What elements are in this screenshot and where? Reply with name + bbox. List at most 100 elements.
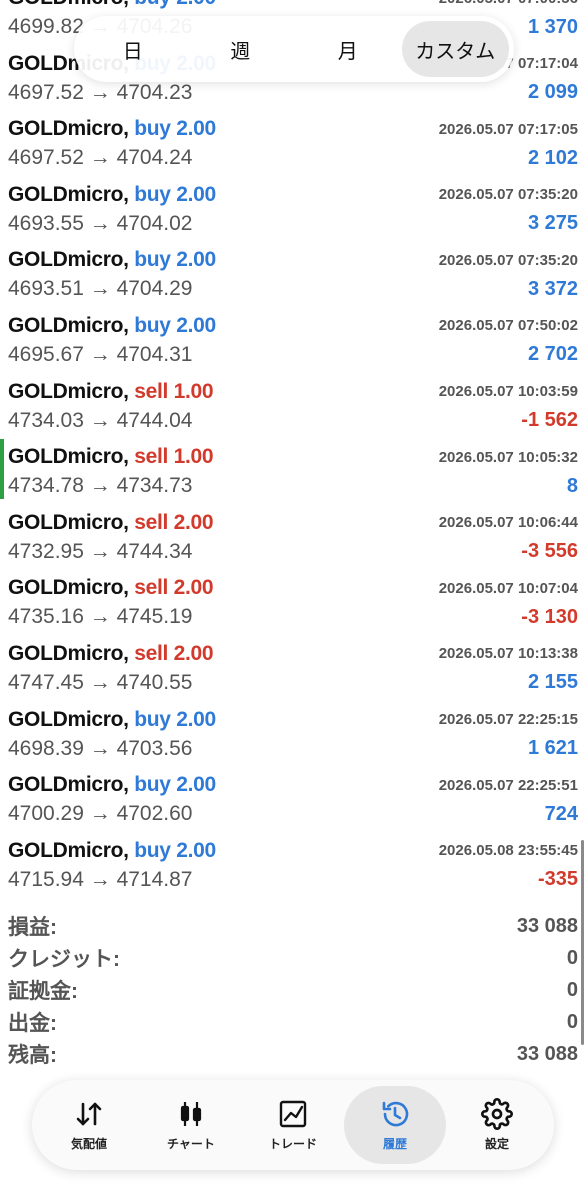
deal-details: 4732.95 → 4744.34 -3 556 <box>8 539 578 565</box>
nav-label: トレード <box>268 1137 317 1151</box>
period-tab-2[interactable]: 月 <box>294 21 402 77</box>
deal-side-volume: sell 1.00 <box>134 379 214 403</box>
deal-symbol: GOLDmicro, <box>8 576 129 600</box>
summary-label: 残高: <box>8 1044 57 1067</box>
deal-time: 2026.05.07 10:07:04 <box>438 579 578 597</box>
nav-label: チャート <box>167 1137 215 1151</box>
nav-item-3[interactable]: 履歴 <box>344 1086 446 1164</box>
trade-history-screen: GOLDmicro, buy 2.00 2026.05.07 07:00:56 46… <box>0 0 586 1200</box>
nav-label: 設定 <box>484 1137 509 1151</box>
deal-profit: 2 702 <box>527 343 578 366</box>
deal-row[interactable]: GOLDmicro, buy 2.00 2026.05.08 23:55:45 47… <box>0 831 586 897</box>
deal-profit: 1 370 <box>527 15 578 38</box>
deal-row[interactable]: GOLDmicro, buy 2.00 2026.05.07 22:25:15 46… <box>0 700 586 766</box>
deal-symbol: GOLDmicro, <box>8 182 129 206</box>
deal-row[interactable]: GOLDmicro, sell 1.00 2026.05.07 10:05:32 4… <box>0 437 586 503</box>
nav-item-0[interactable]: 気配値 <box>38 1086 140 1164</box>
summary-label: 損益: <box>8 916 57 939</box>
deal-title: GOLDmicro, buy 2.00 <box>8 183 216 207</box>
summary-row: 損益: 33 088 <box>0 910 586 942</box>
deal-prices: 4734.78 → 4734.73 <box>8 474 193 498</box>
scrollbar-thumb[interactable] <box>581 840 584 1045</box>
period-tab-0[interactable]: 日 <box>79 21 187 77</box>
deal-profit: 8 <box>566 474 578 497</box>
deal-time: 2026.05.07 10:03:59 <box>438 383 578 401</box>
deal-details: 4698.39 → 4703.56 1 621 <box>8 736 578 762</box>
deal-profit: 724 <box>544 802 578 825</box>
account-summary: 損益: 33 088 クレジット: 0 証拠金: 0 出金: 0 残高: 33 088 <box>0 910 586 1070</box>
deal-header: GOLDmicro, buy 2.00 2026.05.07 22:25:15 <box>8 706 578 734</box>
deal-side-volume: buy 2.00 <box>134 0 216 9</box>
deal-profit: 1 621 <box>527 737 578 760</box>
deal-profit: 2 102 <box>527 146 578 169</box>
deal-symbol: GOLDmicro, <box>8 838 129 862</box>
period-selector: 日週月カスタム <box>74 16 514 82</box>
summary-row: 出金: 0 <box>0 1006 586 1038</box>
deal-row[interactable]: GOLDmicro, sell 1.00 2026.05.07 10:03:59 4… <box>0 372 586 438</box>
deal-side-volume: buy 2.00 <box>134 773 216 797</box>
period-tab-1[interactable]: 週 <box>187 21 295 77</box>
deal-profit: 2 099 <box>527 81 578 104</box>
gear-icon <box>481 1098 513 1130</box>
candlestick-chart-icon <box>175 1098 207 1130</box>
deal-row[interactable]: GOLDmicro, buy 2.00 2026.05.07 07:50:02 46… <box>0 306 586 372</box>
deal-profit: -1 562 <box>521 409 578 432</box>
deal-profit: -335 <box>537 868 578 891</box>
period-tab-3[interactable]: カスタム <box>401 21 509 77</box>
deal-header: GOLDmicro, buy 2.00 2026.05.07 07:35:20 <box>8 181 578 209</box>
deal-title: GOLDmicro, sell 1.00 <box>8 445 214 469</box>
deal-details: 4700.29 → 4702.60 724 <box>8 801 578 827</box>
nav-item-1[interactable]: チャート <box>140 1086 242 1164</box>
deal-row[interactable]: GOLDmicro, buy 2.00 2026.05.07 07:35:20 46… <box>0 175 586 241</box>
deal-time: 2026.05.07 07:17:05 <box>438 120 578 138</box>
deal-row[interactable]: GOLDmicro, buy 2.00 2026.05.07 07:17:05 46… <box>0 109 586 175</box>
deal-time: 2026.05.07 22:25:51 <box>438 776 578 794</box>
deal-row[interactable]: GOLDmicro, buy 2.00 2026.05.07 07:35:20 46… <box>0 240 586 306</box>
deal-prices: 4734.03 → 4744.04 <box>8 408 193 432</box>
deal-prices: 4698.39 → 4703.56 <box>8 736 193 760</box>
deal-header: GOLDmicro, buy 2.00 2026.05.07 07:00:56 <box>8 0 578 12</box>
deal-row[interactable]: GOLDmicro, buy 2.00 2026.05.07 22:25:51 47… <box>0 765 586 831</box>
deal-title: GOLDmicro, buy 2.00 <box>8 314 216 338</box>
deal-list[interactable]: GOLDmicro, buy 2.00 2026.05.07 07:00:56 46… <box>0 0 586 896</box>
deal-header: GOLDmicro, sell 1.00 2026.05.07 10:05:32 <box>8 443 578 471</box>
deal-title: GOLDmicro, sell 2.00 <box>8 576 214 600</box>
deal-header: GOLDmicro, buy 2.00 2026.05.07 07:50:02 <box>8 312 578 340</box>
deal-header: GOLDmicro, sell 2.00 2026.05.07 10:06:44 <box>8 509 578 537</box>
deal-side-volume: sell 2.00 <box>134 510 214 534</box>
deal-time: 2026.05.07 07:00:56 <box>439 0 578 7</box>
deal-side-volume: buy 2.00 <box>134 313 216 337</box>
deal-details: 4715.94 → 4714.87 -335 <box>8 867 578 893</box>
deal-title: GOLDmicro, buy 2.00 <box>8 248 216 272</box>
deal-symbol: GOLDmicro, <box>8 0 129 9</box>
deal-row[interactable]: GOLDmicro, sell 2.00 2026.05.07 10:13:38 4… <box>0 634 586 700</box>
nav-item-4[interactable]: 設定 <box>446 1086 548 1164</box>
deal-side-volume: sell 1.00 <box>134 445 214 469</box>
nav-label: 履歴 <box>382 1137 407 1151</box>
deal-prices: 4732.95 → 4744.34 <box>8 539 193 563</box>
deal-header: GOLDmicro, sell 1.00 2026.05.07 10:03:59 <box>8 378 578 406</box>
summary-value: 33 088 <box>516 914 578 937</box>
deal-details: 4734.78 → 4734.73 8 <box>8 473 578 499</box>
bottom-navigation: 気配値 チャート トレード 履歴 設定 <box>32 1080 554 1170</box>
summary-label: 出金: <box>8 1012 57 1035</box>
deal-title: GOLDmicro, buy 2.00 <box>8 708 216 732</box>
deal-time: 2026.05.07 10:05:32 <box>438 448 578 466</box>
deal-details: 4735.16 → 4745.19 -3 130 <box>8 604 578 630</box>
deal-time: 2026.05.07 10:13:38 <box>438 645 578 663</box>
deal-details: 4747.45 → 4740.55 2 155 <box>8 670 578 696</box>
deal-prices: 4700.29 → 4702.60 <box>8 802 193 826</box>
deal-prices: 4735.16 → 4745.19 <box>8 605 193 629</box>
deal-header: GOLDmicro, buy 2.00 2026.05.07 07:35:20 <box>8 246 578 274</box>
deal-time: 2026.05.07 07:35:20 <box>438 186 578 204</box>
deal-profit: -3 556 <box>521 540 578 563</box>
summary-value: 0 <box>566 946 578 969</box>
deal-title: GOLDmicro, sell 1.00 <box>8 379 214 404</box>
deal-row[interactable]: GOLDmicro, sell 2.00 2026.05.07 10:07:04 4… <box>0 568 586 634</box>
deal-symbol: GOLDmicro, <box>8 248 129 272</box>
summary-row: 証拠金: 0 <box>0 974 586 1006</box>
nav-item-2[interactable]: トレード <box>242 1086 344 1164</box>
deal-title: GOLDmicro, buy 2.00 <box>8 773 216 797</box>
deal-row[interactable]: GOLDmicro, sell 2.00 2026.05.07 10:06:44 4… <box>0 503 586 569</box>
deal-side-volume: buy 2.00 <box>134 182 216 206</box>
